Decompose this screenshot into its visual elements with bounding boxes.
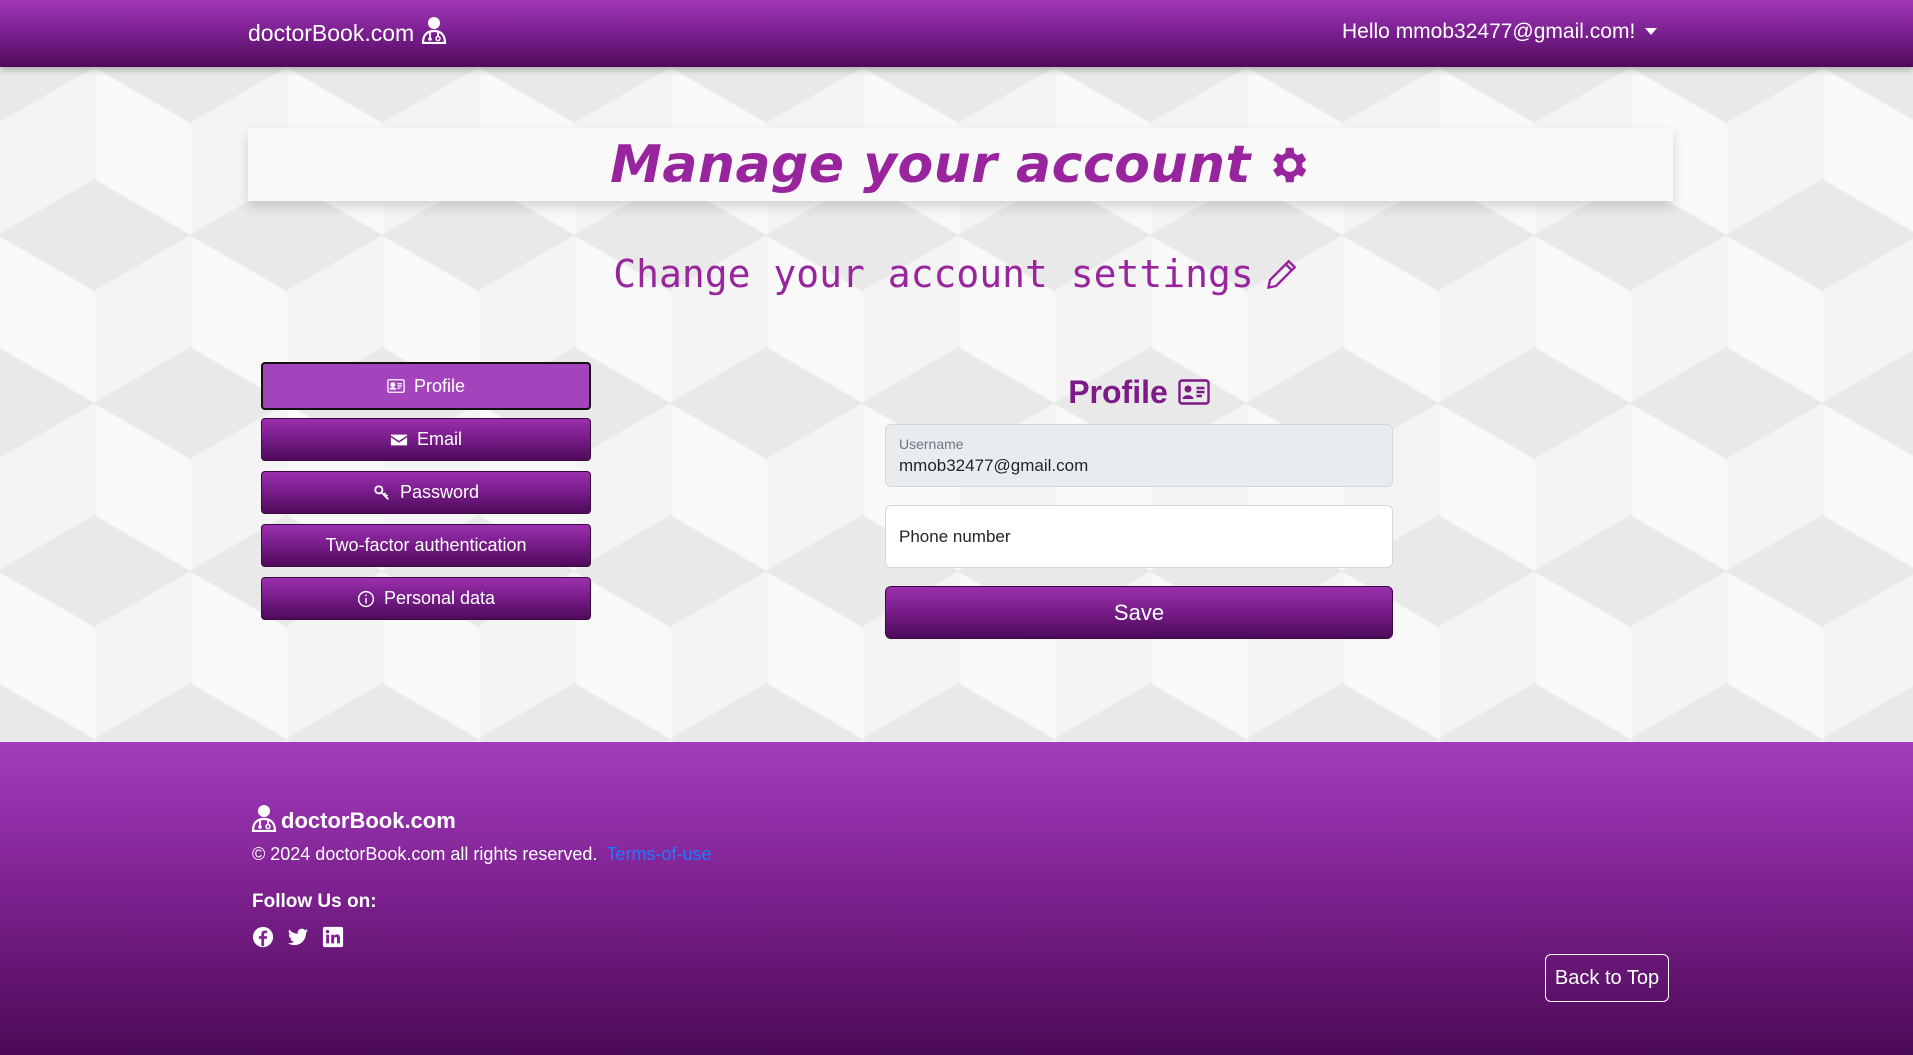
username-label: Username xyxy=(899,436,964,452)
form-heading-text: Profile xyxy=(1068,373,1168,410)
sidebar-item-two-factor[interactable]: Two-factor authentication xyxy=(261,524,591,567)
page-title: Manage your account xyxy=(610,134,1251,195)
sidebar-item-email[interactable]: Email xyxy=(261,418,591,461)
follow-label: Follow Us on: xyxy=(252,891,377,912)
doctor-icon xyxy=(251,804,277,838)
save-button[interactable]: Save xyxy=(885,586,1393,639)
sidebar-item-label: Personal data xyxy=(383,588,496,608)
sidebar-item-label: Password xyxy=(399,482,480,502)
sidebar-item-label: Email xyxy=(416,429,462,449)
social-links xyxy=(252,926,344,948)
back-to-top-button[interactable]: Back to Top xyxy=(1545,954,1669,1002)
copyright: © 2024 doctorBook.com all rights reserve… xyxy=(252,844,711,865)
terms-of-use-link[interactable]: Terms-of-use xyxy=(606,844,711,864)
gear-icon xyxy=(1265,142,1311,188)
footer-brand: doctorBook.com xyxy=(251,804,456,838)
user-dropdown[interactable]: Hello mmob32477@gmail.com! xyxy=(1342,20,1658,44)
phone-number-field[interactable] xyxy=(885,505,1393,568)
account-sidebar: Profile Email Password Two-factor authen… xyxy=(261,362,591,620)
caret-down-icon xyxy=(1645,27,1658,35)
sidebar-item-label: Two-factor authentication xyxy=(325,535,527,555)
user-greeting: Hello mmob32477@gmail.com! xyxy=(1342,20,1636,43)
sidebar-item-profile[interactable]: Profile xyxy=(261,362,591,410)
form-heading: Profile xyxy=(885,372,1393,412)
subtitle-text: Change your account settings xyxy=(613,252,1254,296)
username-field[interactable]: Username mmob32477@gmail.com xyxy=(885,424,1393,487)
id-card-icon xyxy=(1178,379,1210,405)
sidebar-item-password[interactable]: Password xyxy=(261,471,591,514)
main-content: Manage your account Change your account … xyxy=(0,67,1913,742)
linkedin-icon[interactable] xyxy=(322,926,344,948)
id-card-icon xyxy=(387,377,405,395)
info-icon xyxy=(357,590,375,608)
sidebar-item-label: Profile xyxy=(413,375,466,396)
site-footer: doctorBook.com © 2024 doctorBook.com all… xyxy=(0,742,1913,1055)
username-value: mmob32477@gmail.com xyxy=(899,456,1089,475)
pencil-icon xyxy=(1264,256,1300,292)
twitter-icon[interactable] xyxy=(287,926,309,948)
page-subtitle: Change your account settings xyxy=(0,252,1913,296)
brand-label: doctorBook.com xyxy=(248,19,415,46)
footer-brand-label: doctorBook.com xyxy=(281,808,456,833)
sidebar-item-personal-data[interactable]: Personal data xyxy=(261,577,591,620)
phone-number-input[interactable] xyxy=(886,506,1392,567)
envelope-icon xyxy=(390,431,408,449)
copyright-text: © 2024 doctorBook.com all rights reserve… xyxy=(252,844,598,864)
key-icon xyxy=(373,484,391,502)
doctor-icon xyxy=(421,16,447,50)
title-card: Manage your account xyxy=(248,128,1673,201)
top-navbar: doctorBook.com Hello mmob32477@gmail.com… xyxy=(0,0,1913,67)
facebook-icon[interactable] xyxy=(252,926,274,948)
profile-form: Profile Username mmob32477@gmail.com Sav… xyxy=(885,372,1393,639)
brand-link[interactable]: doctorBook.com xyxy=(248,16,447,50)
